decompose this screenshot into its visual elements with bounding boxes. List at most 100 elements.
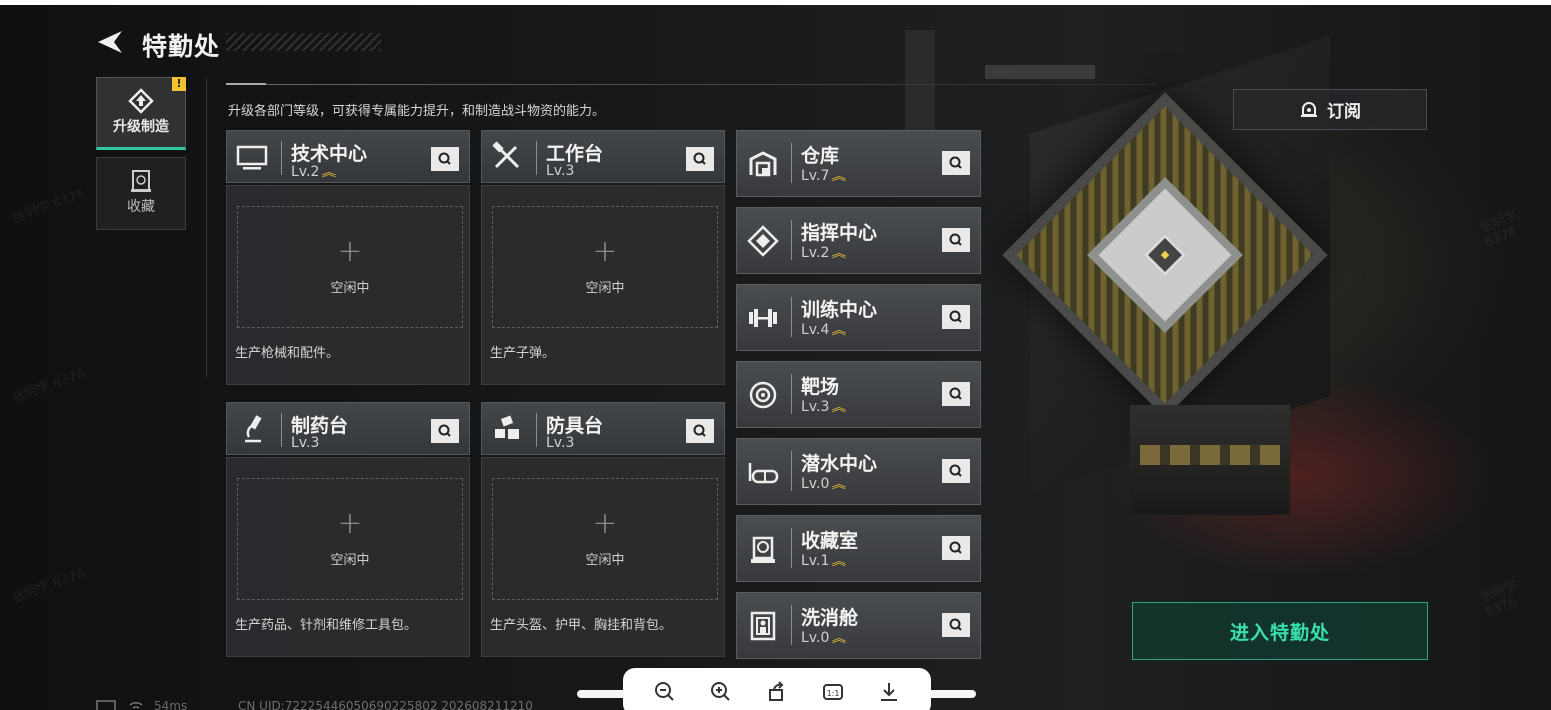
facility-level: Lv.0 ︽	[801, 476, 847, 492]
facility-level: Lv.4 ︽	[801, 322, 847, 338]
facility-shooting-range[interactable]: 靶场 Lv.3 ︽	[736, 361, 981, 428]
facility-decon-chamber[interactable]: 洗消舱 Lv.0 ︽	[736, 592, 981, 659]
upgrade-chevron-icon: ︽	[832, 400, 847, 414]
enter-special-ops-button[interactable]: 进入特勤处	[1132, 602, 1428, 660]
fit-icon[interactable]: 1:1	[820, 679, 846, 705]
search-icon[interactable]	[942, 305, 970, 329]
plus-icon: +	[337, 506, 363, 541]
facility-collection-room[interactable]: 收藏室 Lv.1 ︽	[736, 515, 981, 582]
card-body: + 空闲中 生产枪械和配件。	[226, 185, 470, 385]
search-icon[interactable]	[942, 151, 970, 175]
tools-icon	[492, 141, 520, 169]
wifi-icon	[129, 701, 143, 709]
search-icon[interactable]	[942, 536, 970, 560]
back-arrow-icon[interactable]	[96, 29, 126, 55]
subscribe-button[interactable]: 订阅	[1233, 89, 1427, 130]
upgrade-chevron-icon: ︽	[832, 554, 847, 568]
facility-name: 洗消舱	[801, 607, 859, 629]
upgrade-chevron-icon: ︽	[322, 165, 337, 179]
card-body: + 空闲中 生产药品、针剂和维修工具包。	[226, 457, 470, 657]
sidebar-item-collection[interactable]: 收藏	[96, 157, 186, 230]
download-icon[interactable]	[876, 679, 902, 705]
card-description: 生产枪械和配件。	[235, 346, 340, 361]
warehouse-icon	[749, 151, 777, 177]
slot-status: 空闲中	[330, 553, 370, 568]
monitor-icon	[236, 145, 268, 170]
rotate-icon[interactable]	[764, 679, 790, 705]
page-title: 特勤处	[142, 32, 221, 61]
search-icon[interactable]	[431, 419, 459, 443]
search-icon[interactable]	[942, 459, 970, 483]
facility-name: 潜水中心	[801, 453, 878, 475]
upgrade-gear-icon	[128, 88, 154, 114]
search-icon[interactable]	[686, 419, 714, 443]
watermark: 张明宇 8376	[10, 186, 88, 227]
search-icon[interactable]	[431, 147, 459, 171]
facility-name: 技术中心	[291, 143, 368, 165]
armor-parts-icon	[495, 415, 519, 439]
facility-name: 训练中心	[801, 299, 878, 321]
search-icon[interactable]	[686, 147, 714, 171]
card-body: + 空闲中 生产头盔、护甲、胸挂和背包。	[481, 457, 725, 657]
slot-status: 空闲中	[585, 553, 625, 568]
sidebar-item-label: 升级制造	[113, 119, 169, 135]
upgrade-chevron-icon: ︽	[832, 631, 847, 645]
search-icon[interactable]	[942, 382, 970, 406]
facility-warehouse[interactable]: 仓库 Lv.7 ︽	[736, 130, 981, 197]
player-uid: CN UID:722254460506902258​02 20260821121…	[238, 699, 533, 710]
facility-name: 指挥中心	[801, 222, 878, 244]
facility-level: Lv.3	[546, 163, 575, 179]
facility-name: 制药台	[291, 415, 349, 437]
sidebar-item-upgrade-manufacture[interactable]: ! 升级制造	[96, 77, 186, 150]
upgrade-chevron-icon: ︽	[832, 246, 847, 260]
device-icon	[96, 700, 116, 710]
facility-level: Lv.1 ︽	[801, 553, 847, 569]
facility-name: 收藏室	[801, 530, 859, 552]
slot-status: 空闲中	[585, 281, 625, 296]
section-description: 升级各部门等级，可获得专属能力提升，和制造战斗物资的能力。	[228, 104, 606, 119]
ping-value: 54ms	[154, 699, 188, 710]
subscribe-label: 订阅	[1327, 102, 1361, 122]
facility-command-center[interactable]: 指挥中心 Lv.2 ︽	[736, 207, 981, 274]
card-header[interactable]: 技术中心 Lv.2 ︽	[226, 130, 470, 183]
microscope-icon	[245, 415, 262, 443]
game-screen: 特勤处 ! 升级制造 收藏 升级各部门等级，可获得专属能力提升，和制造战斗物资的…	[0, 5, 1551, 710]
upgrade-chevron-icon: ︽	[832, 169, 847, 183]
target-icon	[749, 381, 777, 409]
title-decoration	[226, 33, 381, 51]
card-description: 生产药品、针剂和维修工具包。	[235, 618, 418, 633]
facility-name: 防具台	[546, 415, 604, 437]
image-viewer-toolbar: 1:1	[623, 668, 931, 710]
dumbbell-icon	[749, 309, 777, 327]
production-slot[interactable]: + 空闲中	[237, 206, 463, 328]
command-icon	[747, 225, 779, 257]
facility-diving-center[interactable]: 潜水中心 Lv.0 ︽	[736, 438, 981, 505]
card-header[interactable]: 工作台 Lv.3	[481, 130, 725, 183]
svg-text:1:1: 1:1	[827, 689, 840, 698]
facility-level: Lv.7 ︽	[801, 168, 847, 184]
network-status: 54ms	[96, 699, 187, 710]
production-slot[interactable]: + 空闲中	[492, 206, 718, 328]
search-icon[interactable]	[942, 228, 970, 252]
collection-icon	[131, 170, 151, 192]
facility-level: Lv.3	[546, 435, 575, 451]
facility-training-center[interactable]: 训练中心 Lv.4 ︽	[736, 284, 981, 351]
facility-name: 仓库	[801, 145, 840, 167]
alert-badge: !	[172, 77, 186, 91]
production-slot[interactable]: + 空闲中	[237, 478, 463, 600]
zoom-out-icon[interactable]	[652, 679, 678, 705]
decon-icon	[750, 611, 776, 641]
card-header[interactable]: 防具台 Lv.3	[481, 402, 725, 455]
watermark: 张明宇 8376	[1477, 208, 1520, 251]
facility-level: Lv.3	[291, 435, 320, 451]
header-divider	[226, 83, 1156, 85]
card-header[interactable]: 制药台 Lv.3	[226, 402, 470, 455]
sidebar-divider	[206, 77, 207, 377]
zoom-in-icon[interactable]	[708, 679, 734, 705]
facility-level: Lv.0 ︽	[801, 630, 847, 646]
search-icon[interactable]	[942, 613, 970, 637]
bell-icon	[1301, 101, 1317, 117]
production-slot[interactable]: + 空闲中	[492, 478, 718, 600]
card-description: 生产头盔、护甲、胸挂和背包。	[490, 618, 673, 633]
slot-status: 空闲中	[330, 281, 370, 296]
